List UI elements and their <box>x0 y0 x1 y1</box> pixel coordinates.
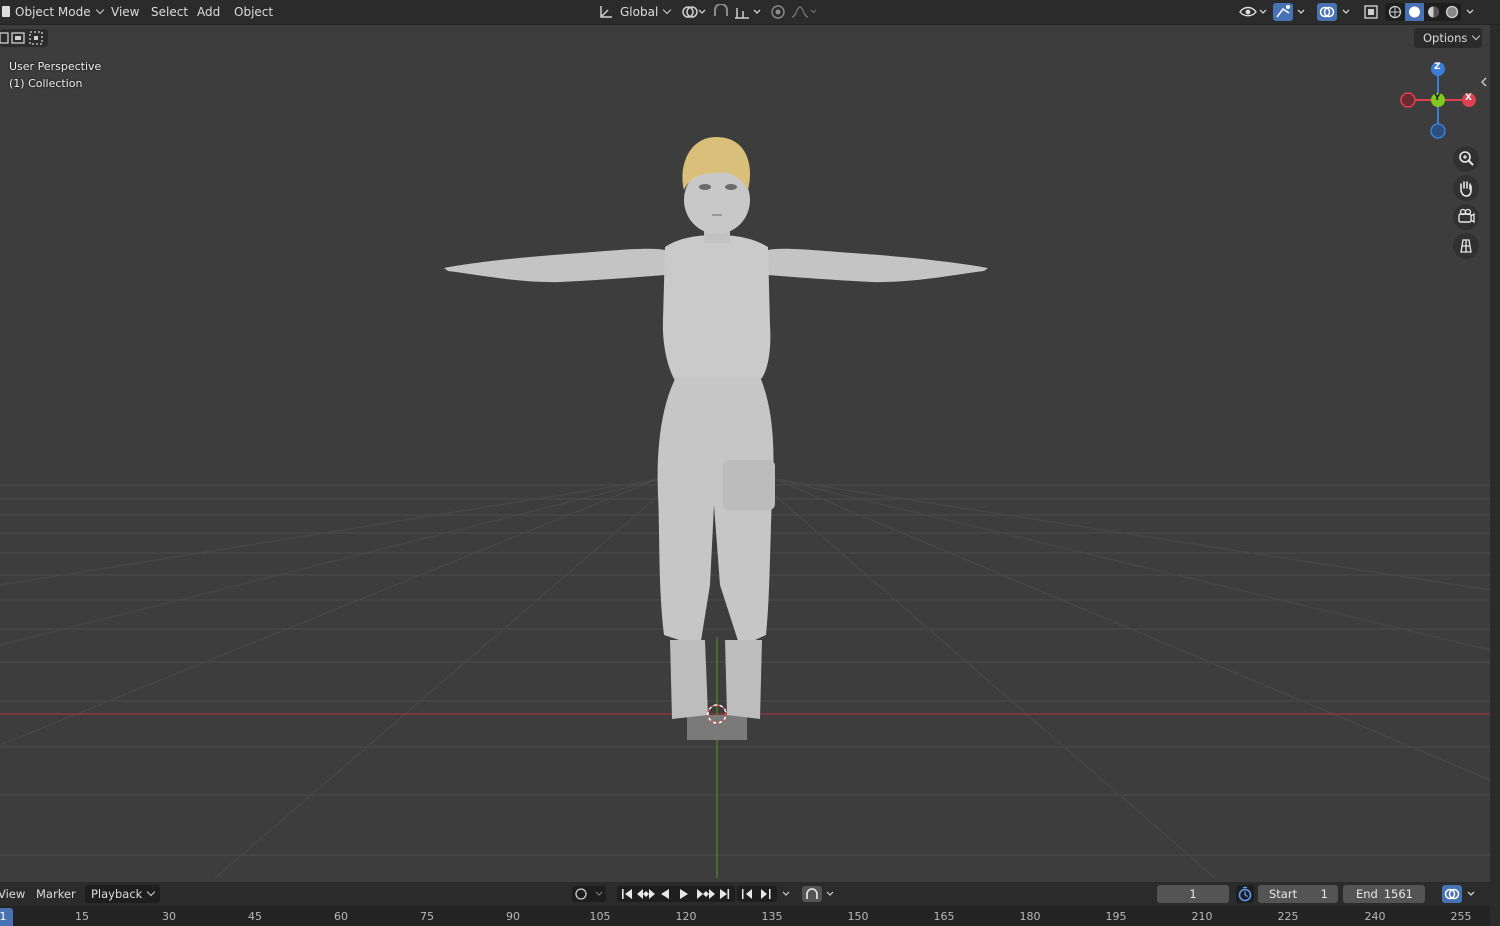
jump-keyframe-controls[interactable] <box>737 886 795 902</box>
preview-range-icon[interactable] <box>1236 885 1254 903</box>
timeline-menu-marker[interactable]: Marker <box>36 882 76 906</box>
grid-ortho-icon <box>1460 239 1472 253</box>
scene-canvas[interactable] <box>0 25 1490 878</box>
playback-controls[interactable] <box>617 886 735 902</box>
shading-modes-icon[interactable] <box>1385 3 1480 21</box>
gizmo-x-label[interactable]: X <box>1465 93 1472 103</box>
selection-mode-buttons[interactable] <box>0 29 48 47</box>
frame-tick: 240 <box>1364 910 1386 923</box>
gizmo-toggle-icon[interactable] <box>1273 3 1309 21</box>
frame-tick: 255 <box>1450 910 1472 923</box>
gizmo-z-label[interactable]: Z <box>1434 62 1441 72</box>
frame-end-value: 1561 <box>1383 887 1413 901</box>
frame-start-label: Start <box>1269 887 1298 901</box>
pivot-point-icon[interactable] <box>680 4 708 20</box>
pan-button[interactable] <box>1453 175 1479 201</box>
current-frame-field[interactable]: 1 <box>1157 885 1229 903</box>
select-mode-icons <box>0 31 43 45</box>
sidebar-toggle-icon[interactable] <box>1480 77 1488 87</box>
options-dropdown[interactable]: Options <box>1414 28 1482 48</box>
frame-tick: 210 <box>1191 910 1213 923</box>
timeline-menu-playback[interactable]: Playback <box>85 885 161 903</box>
timeline-overlay-icon[interactable] <box>1442 885 1482 903</box>
frame-tick: 165 <box>933 910 955 923</box>
proportional-edit-icon[interactable] <box>770 4 818 20</box>
frame-tick: 120 <box>675 910 697 923</box>
transform-orientation-icon <box>600 6 612 18</box>
keyframe-record-icon[interactable] <box>572 886 606 902</box>
menu-select[interactable]: Select <box>151 0 188 24</box>
frame-tick: 75 <box>420 910 434 923</box>
snap-icon[interactable] <box>712 4 730 20</box>
camera-view-button[interactable] <box>1453 204 1479 230</box>
frame-end-label: End <box>1356 887 1378 901</box>
timeline-menu-view[interactable]: View <box>0 882 25 906</box>
frame-tick: 45 <box>248 910 262 923</box>
object-mode-icon <box>2 6 10 17</box>
xray-toggle-icon[interactable] <box>1362 3 1380 21</box>
frame-tick: 90 <box>506 910 520 923</box>
mode-dropdown[interactable]: Object Mode <box>15 0 103 24</box>
visibility-icon[interactable] <box>1238 4 1268 20</box>
zoom-icon <box>1459 151 1474 166</box>
timeline-header: View Marker Playback 1 Start 1 End 1561 <box>0 882 1490 906</box>
frame-tick: 30 <box>162 910 176 923</box>
menu-add[interactable]: Add <box>197 0 220 24</box>
snap-target-icon[interactable] <box>733 4 763 20</box>
overlay-toggle-icon[interactable] <box>1317 3 1355 21</box>
frame-start-value: 1 <box>1320 887 1328 901</box>
timeline-ruler[interactable]: 1 15 30 45 60 75 90 105 120 135 150 165 … <box>0 906 1490 926</box>
camera-view-icon <box>1458 208 1475 224</box>
frame-tick: 135 <box>761 910 783 923</box>
frame-tick: 195 <box>1105 910 1127 923</box>
frame-tick: 105 <box>589 910 611 923</box>
auto-keying-icon[interactable] <box>802 886 838 902</box>
ortho-toggle-button[interactable] <box>1453 233 1479 259</box>
frame-tick: 15 <box>75 910 89 923</box>
frame-tick: 60 <box>334 910 348 923</box>
3d-viewport[interactable]: User Perspective (1) Collection Z Y X <box>0 25 1490 878</box>
hand-pan-icon <box>1460 181 1472 197</box>
frame-tick: 225 <box>1277 910 1299 923</box>
orientation-dropdown[interactable]: Global <box>620 0 670 24</box>
gizmo-y-label[interactable]: Y <box>1434 93 1441 103</box>
frame-tick: 180 <box>1019 910 1041 923</box>
frame-start-field[interactable]: Start 1 <box>1258 885 1338 903</box>
frame-tick: 1 <box>0 910 7 923</box>
zoom-button[interactable] <box>1453 146 1479 172</box>
viewport-header: Object Mode View Select Add Object Globa… <box>0 0 1500 25</box>
perspective-label: User Perspective <box>9 60 102 73</box>
collection-label: (1) Collection <box>9 77 83 90</box>
frame-end-field[interactable]: End 1561 <box>1343 885 1425 903</box>
right-region-edge <box>1490 25 1500 926</box>
character-model <box>444 137 988 740</box>
menu-view[interactable]: View <box>111 0 139 24</box>
menu-object[interactable]: Object <box>234 0 273 24</box>
frame-tick: 150 <box>847 910 869 923</box>
